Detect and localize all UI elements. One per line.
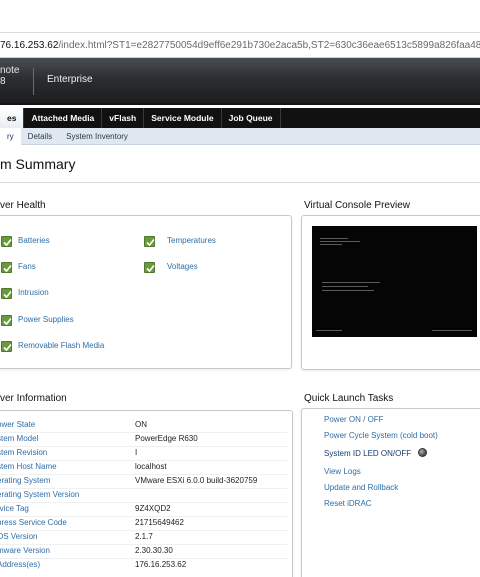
quick-launch-title: Quick Launch Tasks xyxy=(304,393,394,404)
license-edition: Enterprise xyxy=(47,74,93,85)
main-tabs: es Attached Media vFlash Service Module … xyxy=(0,108,480,128)
info-label-system-model: stem Model xyxy=(0,434,39,443)
server-information-title: ver Information xyxy=(0,393,67,404)
browser-toolbar xyxy=(0,0,480,33)
check-icon xyxy=(1,288,12,299)
tab-job-queue[interactable]: Job Queue xyxy=(222,108,281,128)
server-information-panel: ower State ON stem Model PowerEdge R630 … xyxy=(0,410,293,577)
info-label-bios-version: OS Version xyxy=(0,532,38,541)
info-value-express-service-code: 21715649462 xyxy=(135,518,184,527)
info-value-service-tag: 9Z4XQD2 xyxy=(135,504,171,513)
info-label-express-service-code: press Service Code xyxy=(0,518,67,527)
brand-text: note 8 xyxy=(0,65,20,87)
info-value-firmware-version: 2.30.30.30 xyxy=(135,546,173,555)
url-host: 76.16.253.62 xyxy=(0,40,59,51)
check-icon xyxy=(1,315,12,326)
console-preview-title: Virtual Console Preview xyxy=(304,200,410,211)
tab-vflash[interactable]: vFlash xyxy=(102,108,145,128)
info-value-power-state: ON xyxy=(135,420,147,429)
page-title: m Summary xyxy=(0,156,76,172)
info-label-ip-addresses: Address(es) xyxy=(0,560,41,569)
address-bar[interactable]: 76.16.253.62/index.html?ST1=e2827750054d… xyxy=(0,33,480,58)
info-label-service-tag: rvice Tag xyxy=(0,504,29,513)
tab-properties[interactable]: es xyxy=(0,108,25,128)
server-health-panel: Batteries Temperatures Fans Voltages Int… xyxy=(0,215,292,369)
info-value-operating-system: VMware ESXi 6.0.0 build-3620759 xyxy=(135,476,258,485)
subtab-summary[interactable]: ry xyxy=(0,128,21,145)
info-value-bios-version: 2.1.7 xyxy=(135,532,153,541)
update-rollback-link[interactable]: Update and Rollback xyxy=(324,483,398,492)
check-icon xyxy=(144,262,155,273)
info-label-operating-system: erating System xyxy=(0,476,51,485)
console-preview-panel xyxy=(301,215,480,370)
health-link-voltages[interactable]: Voltages xyxy=(167,262,198,271)
quick-launch-panel: Power ON / OFF Power Cycle System (cold … xyxy=(301,408,480,577)
tab-service-module[interactable]: Service Module xyxy=(144,108,222,128)
tab-attached-media[interactable]: Attached Media xyxy=(24,108,103,128)
console-preview-screen[interactable] xyxy=(312,226,477,337)
check-icon xyxy=(1,262,12,273)
info-value-system-revision: I xyxy=(135,448,138,457)
url-path: /index.html?ST1=e2827750054d9eff6e291b73… xyxy=(58,40,480,51)
info-value-system-model: PowerEdge R630 xyxy=(135,434,198,443)
sub-tabs: ry Details System Inventory xyxy=(0,128,480,145)
health-link-fans[interactable]: Fans xyxy=(18,262,36,271)
info-value-host-name: localhost xyxy=(135,462,167,471)
check-icon xyxy=(144,236,155,247)
info-label-host-name: stem Host Name xyxy=(0,462,57,471)
check-icon xyxy=(1,236,12,247)
power-on-off-link[interactable]: Power ON / OFF xyxy=(324,415,384,424)
server-health-title: ver Health xyxy=(0,200,46,211)
info-label-power-state: ower State xyxy=(0,420,36,429)
check-icon xyxy=(1,341,12,352)
subtab-details[interactable]: Details xyxy=(21,128,59,145)
reset-idrac-link[interactable]: Reset iDRAC xyxy=(324,499,372,508)
power-cycle-link[interactable]: Power Cycle System (cold boot) xyxy=(324,431,438,440)
title-divider xyxy=(0,182,480,183)
health-link-batteries[interactable]: Batteries xyxy=(18,236,50,245)
led-indicator-icon[interactable] xyxy=(418,448,427,457)
health-link-removable-flash-media[interactable]: Removable Flash Media xyxy=(18,341,104,350)
header-divider xyxy=(33,68,34,95)
health-link-temperatures[interactable]: Temperatures xyxy=(167,236,216,245)
health-link-power-supplies[interactable]: Power Supplies xyxy=(18,315,74,324)
info-label-os-version: erating System Version xyxy=(0,490,80,499)
info-label-firmware-version: mware Version xyxy=(0,546,50,555)
info-value-ip-addresses: 176.16.253.62 xyxy=(135,560,187,569)
view-logs-link[interactable]: View Logs xyxy=(324,467,361,476)
system-id-led-link[interactable]: System ID LED ON/OFF xyxy=(324,449,411,458)
subtab-system-inventory[interactable]: System Inventory xyxy=(59,128,135,145)
idrac-header: note 8 Enterprise xyxy=(0,58,480,105)
info-label-system-revision: stem Revision xyxy=(0,448,48,457)
health-link-intrusion[interactable]: Intrusion xyxy=(18,288,49,297)
